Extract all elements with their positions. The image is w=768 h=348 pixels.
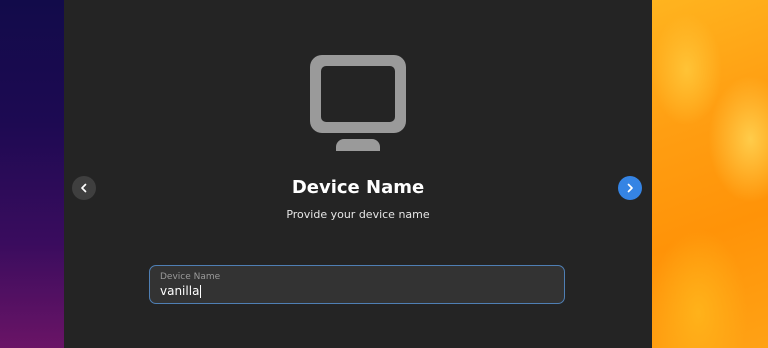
wallpaper-right <box>652 0 768 348</box>
desktop: Device Name Provide your device name Dev… <box>0 0 768 348</box>
page-title: Device Name <box>291 177 425 198</box>
page-subtitle: Provide your device name <box>286 208 430 221</box>
device-name-input[interactable]: vanilla <box>160 284 202 299</box>
text-cursor <box>200 285 202 298</box>
device-name-field[interactable]: Device Name vanilla <box>149 265 565 304</box>
computer-monitor-icon <box>310 55 406 151</box>
wallpaper-left <box>0 0 64 348</box>
device-name-label: Device Name <box>160 272 221 282</box>
device-name-value: vanilla <box>160 284 200 298</box>
setup-window: Device Name Provide your device name Dev… <box>64 0 652 348</box>
